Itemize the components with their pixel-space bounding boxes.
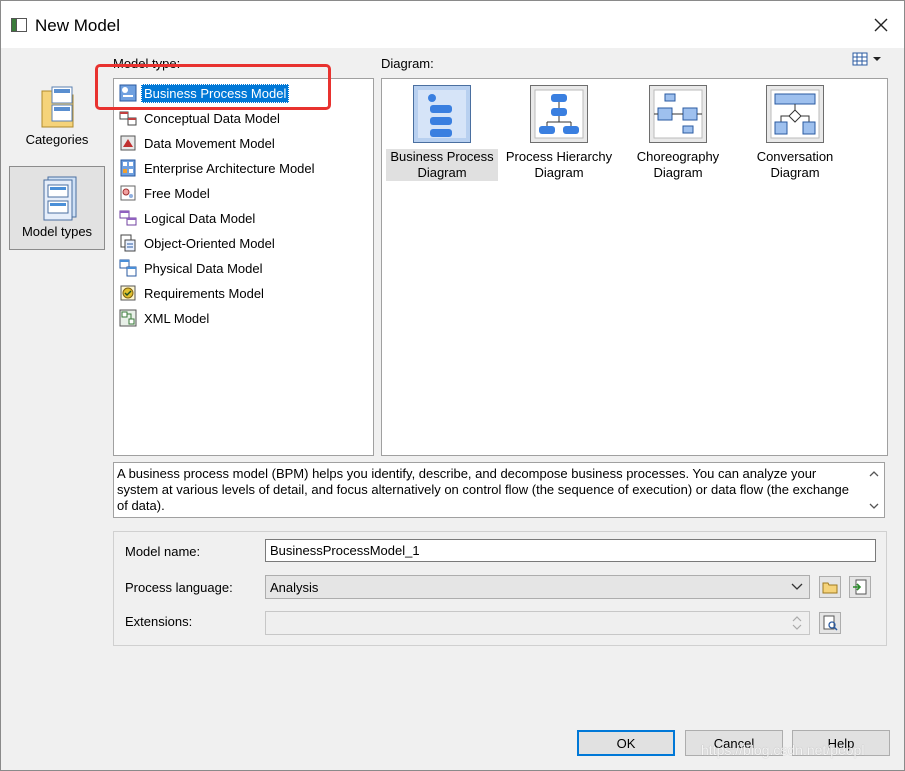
choreography-thumbnail	[649, 85, 707, 143]
scroll-up-icon[interactable]	[864, 467, 884, 481]
categories-label: Categories	[25, 132, 89, 147]
scroll-down-icon[interactable]	[864, 499, 884, 513]
oom-icon	[120, 234, 136, 252]
select-extensions-icon	[823, 615, 838, 631]
list-item-data-movement-model[interactable]: Data Movement Model	[119, 132, 367, 154]
close-icon	[874, 18, 888, 31]
diagram-caption-line: Diagram	[417, 165, 467, 180]
process-language-value: Analysis	[270, 580, 319, 595]
highlight-annotation	[95, 64, 331, 110]
spin-arrows-icon[interactable]	[791, 613, 803, 633]
free-model-icon	[120, 185, 136, 201]
list-item-free-model[interactable]: Free Model	[119, 182, 367, 204]
list-item-physical-data-model[interactable]: Physical Data Model	[119, 257, 367, 279]
list-item-enterprise-architecture-model[interactable]: Enterprise Architecture Model	[119, 157, 367, 179]
requirements-icon	[120, 285, 136, 301]
xml-icon	[119, 309, 137, 327]
conversation-diagram-icon	[770, 89, 820, 139]
extensions-field[interactable]	[265, 611, 810, 635]
model-description: A business process model (BPM) helps you…	[113, 462, 885, 518]
diagram-caption: Business Process Diagram	[386, 149, 498, 181]
diagram-caption: Conversation Diagram	[739, 149, 851, 181]
model-types-label: Model types	[21, 224, 93, 239]
pdm-icon	[119, 259, 137, 277]
list-item-label: Logical Data Model	[144, 210, 256, 226]
import-icon	[853, 579, 867, 595]
diagram-business-process[interactable]: Business Process Diagram	[386, 85, 498, 185]
diagram-caption-line: Choreography	[636, 149, 720, 164]
dmm-icon	[120, 135, 136, 151]
ldm-icon	[119, 210, 137, 226]
select-extensions-button[interactable]	[819, 612, 841, 634]
model-type-list[interactable]: Business Process Model Conceptual Data M…	[113, 78, 374, 456]
list-item-label: Physical Data Model	[144, 260, 263, 276]
diagram-caption-line: Conversation	[756, 149, 834, 164]
description-scrollbar[interactable]	[864, 463, 884, 517]
list-item-label: XML Model	[144, 310, 210, 326]
eam-icon	[120, 159, 136, 177]
diagram-conversation[interactable]: Conversation Diagram	[739, 85, 851, 185]
conversation-thumbnail	[766, 85, 824, 143]
business-process-diagram-icon	[418, 90, 466, 138]
model-name-field[interactable]	[265, 539, 876, 562]
extensions-label: Extensions:	[125, 614, 193, 629]
process-language-label: Process language:	[125, 580, 233, 595]
diagram-choreography[interactable]: Choreography Diagram	[622, 85, 734, 185]
diagram-caption-line: Diagram	[534, 165, 584, 180]
close-button[interactable]	[858, 1, 904, 48]
view-mode-button[interactable]	[852, 52, 884, 68]
open-folder-icon	[822, 582, 838, 594]
browse-language-button[interactable]	[819, 576, 841, 598]
description-text: A business process model (BPM) helps you…	[117, 466, 850, 513]
window-title: New Model	[35, 16, 121, 35]
window-app-icon	[11, 18, 27, 32]
model-name-label: Model name:	[125, 544, 201, 559]
import-language-button[interactable]	[849, 576, 871, 598]
process-hierarchy-diagram-icon	[534, 89, 584, 139]
cdm-icon	[119, 111, 137, 126]
ok-button[interactable]: OK	[577, 730, 675, 756]
choreography-diagram-icon	[653, 89, 703, 139]
list-item-label: Free Model	[144, 185, 210, 201]
folder-icon	[41, 86, 74, 128]
diagram-caption-line: Process Hierarchy	[505, 149, 613, 164]
list-item-requirements-model[interactable]: Requirements Model	[119, 282, 367, 304]
list-item-label: Conceptual Data Model	[144, 110, 280, 126]
model-types-icon	[43, 176, 77, 221]
diagram-caption-line: Diagram	[770, 165, 820, 180]
process-language-select[interactable]: Analysis	[265, 575, 810, 599]
diagram-list[interactable]: Business Process Diagram Process Hierarc…	[381, 78, 888, 456]
phd-thumbnail	[530, 85, 588, 143]
list-item-xml-model[interactable]: XML Model	[119, 307, 367, 329]
list-item-label: Requirements Model	[144, 285, 264, 301]
grid-view-icon	[852, 52, 881, 66]
list-item-conceptual-data-model[interactable]: Conceptual Data Model	[119, 107, 367, 129]
model-types-button[interactable]: Model types	[9, 166, 105, 250]
diagram-caption-line: Business Process	[390, 149, 494, 164]
chevron-down-icon	[791, 583, 803, 590]
list-item-label: Enterprise Architecture Model	[144, 160, 315, 176]
diagram-caption: Process Hierarchy Diagram	[503, 149, 615, 181]
new-model-dialog: New Model Categories Model types Model t…	[0, 0, 905, 771]
list-item-label: Object-Oriented Model	[144, 235, 275, 251]
list-item-object-oriented-model[interactable]: Object-Oriented Model	[119, 232, 367, 254]
categories-button[interactable]: Categories	[10, 75, 104, 157]
list-item-label: Data Movement Model	[144, 135, 275, 151]
list-item-logical-data-model[interactable]: Logical Data Model	[119, 207, 367, 229]
watermark: https://blog.csdn.net/peopl	[701, 742, 865, 758]
bpd-thumbnail	[413, 85, 471, 143]
diagram-process-hierarchy[interactable]: Process Hierarchy Diagram	[503, 85, 615, 185]
diagram-label: Diagram:	[381, 56, 434, 71]
diagram-caption: Choreography Diagram	[622, 149, 734, 181]
diagram-caption-line: Diagram	[653, 165, 703, 180]
title-bar: New Model	[1, 1, 904, 48]
